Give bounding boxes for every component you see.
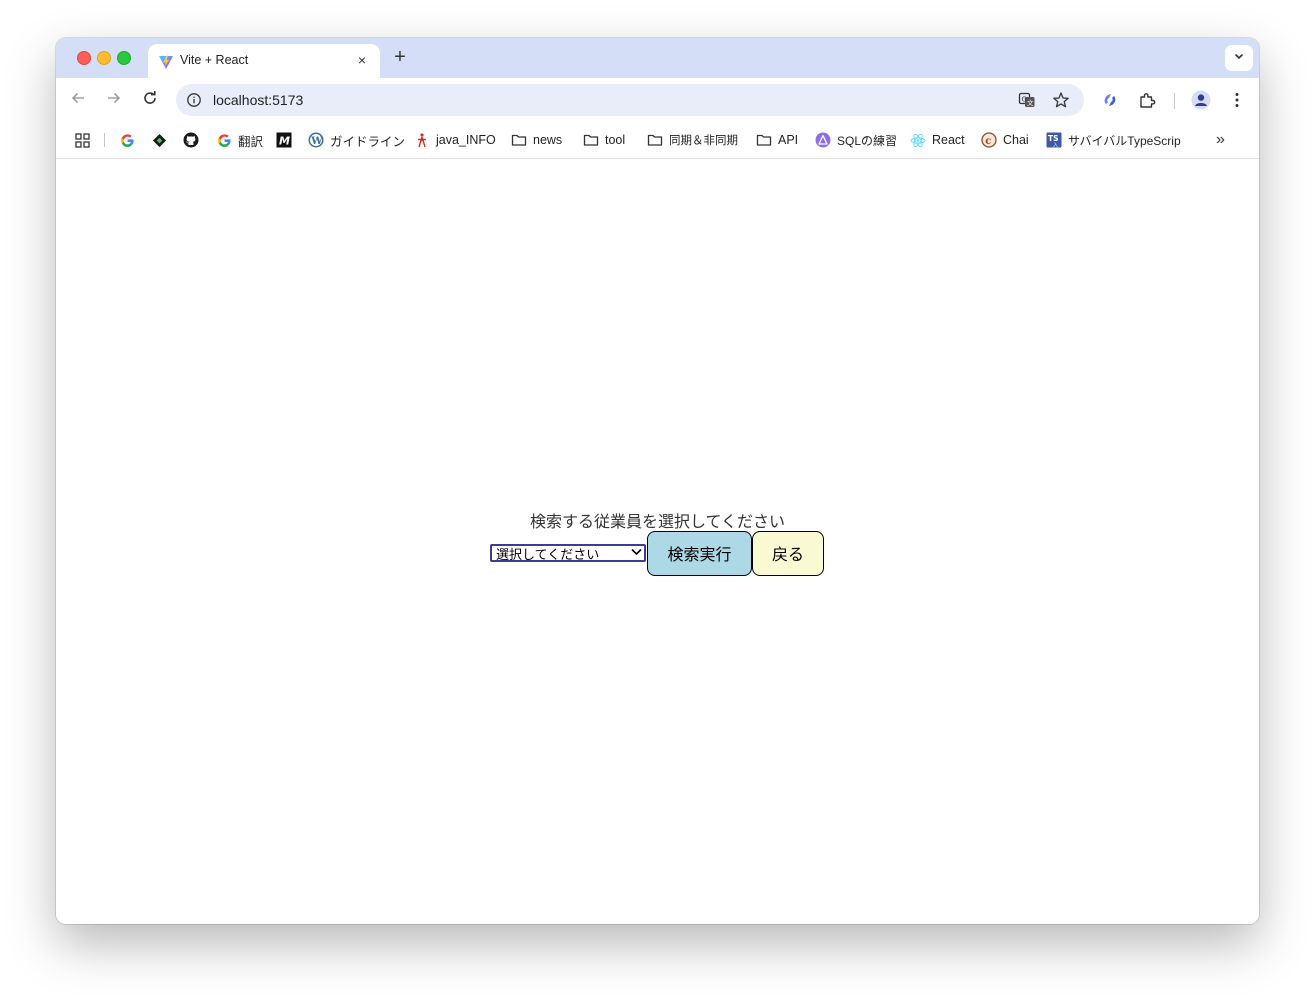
toolbar: localhost:5173 G文 — [56, 78, 1259, 122]
tab-title: Vite + React — [180, 53, 249, 67]
apps-grid-button[interactable] — [74, 131, 96, 149]
employee-select-value: 選択してください — [496, 546, 600, 562]
search-controls: 選択してください 検索実行 戻る — [490, 530, 824, 576]
bookmark-java-info[interactable]: java_INFO — [414, 131, 496, 149]
bookmark-label: API — [778, 133, 799, 147]
folder-icon — [647, 132, 663, 148]
folder-icon — [511, 132, 527, 148]
bookmark-label: 同期＆非同期 — [669, 135, 738, 147]
bookmark-m[interactable]: M — [276, 131, 298, 149]
svg-text:c: c — [985, 136, 991, 147]
reload-icon — [142, 90, 158, 111]
close-window-button[interactable] — [77, 51, 91, 65]
bookmark-react[interactable]: React — [910, 131, 965, 149]
back-button[interactable]: 戻る — [752, 530, 824, 576]
bookmark-guideline[interactable]: W ガイドライン — [308, 131, 405, 149]
google-icon — [119, 132, 135, 148]
forward-nav-button[interactable] — [103, 89, 125, 111]
bookmark-diamond[interactable] — [151, 131, 173, 149]
folder-icon — [583, 132, 599, 148]
bookmark-label: Chai — [1003, 133, 1029, 147]
svg-text:M: M — [279, 135, 290, 148]
tab-search-button[interactable] — [1225, 45, 1253, 71]
bookmark-folder-tool[interactable]: tool — [583, 131, 625, 149]
bookmark-label: 翻訳 — [238, 134, 264, 149]
apps-grid-icon — [74, 132, 90, 148]
employee-select[interactable]: 選択してください — [490, 544, 646, 562]
bookmark-folder-sync[interactable]: 同期＆非同期 — [647, 131, 738, 149]
bookmarks-divider — [104, 133, 105, 147]
vite-logo-icon — [158, 54, 174, 70]
minimize-window-button[interactable] — [97, 51, 111, 65]
tab-close-icon[interactable]: × — [354, 52, 370, 68]
tab-active[interactable]: Vite + React × — [148, 44, 380, 78]
new-tab-button[interactable]: + — [390, 46, 410, 68]
page-content: 検索する従業員を選択してください 選択してください 検索実行 戻る — [56, 159, 1259, 924]
profile-avatar[interactable] — [1190, 89, 1212, 111]
browser-menu-icon[interactable] — [1226, 89, 1248, 111]
wordpress-icon: W — [308, 132, 324, 148]
java-icon — [414, 132, 430, 148]
page-prompt: 検索する従業員を選択してください — [529, 514, 786, 531]
bookmark-sql[interactable]: SQLの練習 — [815, 131, 897, 149]
react-icon — [910, 132, 926, 148]
sql-icon — [815, 132, 831, 148]
ts-icon: TS 入 — [1046, 132, 1062, 148]
diamond-icon — [151, 132, 167, 148]
bookmarks-overflow-button[interactable]: » — [1216, 131, 1225, 149]
arrow-right-icon — [106, 90, 122, 111]
bookmark-label: ガイドライン — [330, 134, 406, 149]
m-logo-icon: M — [276, 132, 292, 148]
browser-window: Vite + React × + localhost:5173 G 文 翻訳 M… — [56, 38, 1259, 924]
address-bar[interactable]: localhost:5173 G文 — [176, 84, 1084, 116]
chai-icon: c — [981, 132, 997, 148]
address-url[interactable]: localhost:5173 — [213, 92, 303, 108]
bookmark-folder-news[interactable]: news — [511, 131, 562, 149]
google-icon — [216, 132, 232, 148]
bookmark-google[interactable] — [119, 131, 141, 149]
bookmark-label: news — [533, 133, 563, 147]
extension-swirl-icon[interactable] — [1099, 89, 1121, 111]
svg-text:W: W — [310, 136, 323, 147]
bookmark-label: SQLの練習 — [837, 133, 898, 148]
bookmark-github[interactable] — [183, 131, 205, 149]
arrow-left-icon — [70, 90, 86, 111]
extensions-puzzle-icon[interactable] — [1136, 89, 1158, 111]
reload-button[interactable] — [139, 89, 161, 111]
star-icon[interactable] — [1052, 91, 1070, 109]
back-nav-button[interactable] — [67, 89, 89, 111]
bookmark-typescript[interactable]: TS 入 サバイバルTypeScrip — [1046, 131, 1181, 149]
svg-text:入: 入 — [1053, 143, 1058, 149]
bookmark-label: React — [932, 133, 965, 147]
bookmark-translate[interactable]: 翻訳 — [216, 131, 263, 149]
toolbar-divider — [1174, 93, 1175, 109]
svg-text:文: 文 — [1027, 98, 1034, 107]
bookmark-label: tool — [605, 133, 626, 147]
site-info-icon[interactable] — [186, 92, 202, 108]
bookmarks-bar: 翻訳 M W ガイドライン java_INFO news tool 同期＆非同期… — [56, 122, 1259, 159]
bookmark-chai[interactable]: c Chai — [981, 131, 1029, 149]
search-button[interactable]: 検索実行 — [647, 530, 752, 576]
translate-icon[interactable]: G文 — [1018, 91, 1036, 109]
bookmark-label: java_INFO — [436, 133, 496, 147]
folder-icon — [756, 132, 772, 148]
tab-strip: Vite + React × + — [56, 38, 1259, 78]
bookmark-folder-api[interactable]: API — [756, 131, 798, 149]
maximize-window-button[interactable] — [117, 51, 131, 65]
bookmark-label: サバイバルTypeScrip — [1068, 133, 1181, 148]
chevron-down-icon — [631, 548, 642, 559]
github-icon — [183, 132, 199, 148]
chevron-down-icon — [1233, 49, 1245, 67]
